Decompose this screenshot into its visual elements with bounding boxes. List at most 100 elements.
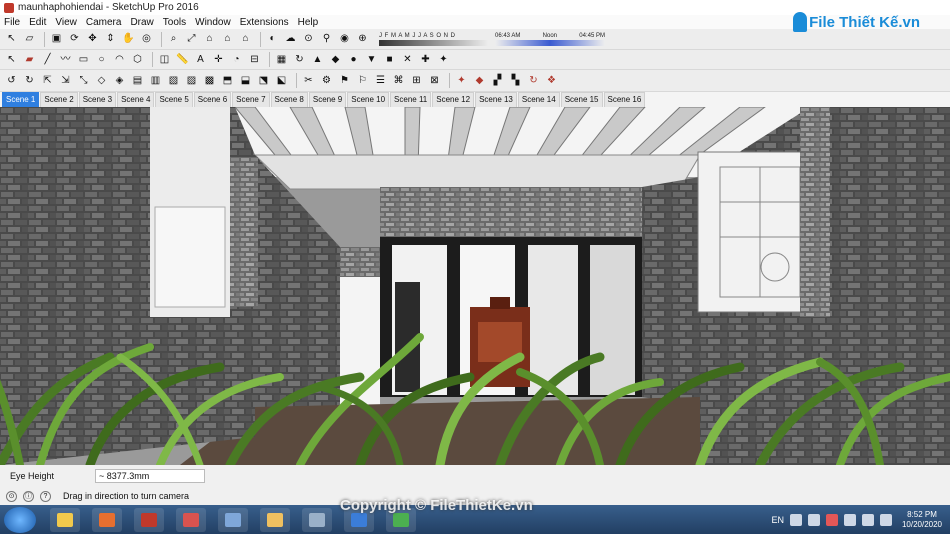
plugin-icon[interactable]: ↺ xyxy=(4,73,19,88)
signal-tray-icon[interactable] xyxy=(861,513,874,526)
offset-icon[interactable]: ◫ xyxy=(157,52,172,67)
plugin-icon[interactable]: ⊠ xyxy=(427,73,442,88)
section-icon[interactable]: ⊟ xyxy=(247,52,262,67)
sandbox-icon[interactable]: ▦ xyxy=(274,52,289,67)
plugin-icon[interactable]: ↻ xyxy=(526,73,541,88)
select-icon[interactable]: ↖ xyxy=(4,32,19,47)
tab-scene-3[interactable]: Scene 3 xyxy=(78,92,117,107)
house-front-icon[interactable]: ⌂ xyxy=(220,32,235,47)
select-icon[interactable]: ↖ xyxy=(4,52,19,67)
plugin-icon[interactable]: ▲ xyxy=(310,52,325,67)
plugin-icon[interactable]: ✦ xyxy=(454,73,469,88)
plugin-icon[interactable]: ◆ xyxy=(328,52,343,67)
look-around-icon[interactable]: ◉ xyxy=(337,32,352,47)
antivirus-tray-icon[interactable] xyxy=(825,513,838,526)
start-button[interactable] xyxy=(4,506,36,533)
plugin-icon[interactable]: ⌘ xyxy=(391,73,406,88)
rotate-icon[interactable]: ⟳ xyxy=(67,32,82,47)
circle-icon[interactable]: ○ xyxy=(94,52,109,67)
plugin-icon[interactable]: ❖ xyxy=(544,73,559,88)
tab-scene-9[interactable]: Scene 9 xyxy=(308,92,347,107)
geo-location-icon[interactable]: ⊙ xyxy=(6,490,17,502)
shadow-time-slider[interactable]: 06:43 AM Noon 04:45 PM xyxy=(495,33,605,46)
tab-scene-8[interactable]: Scene 8 xyxy=(270,92,308,107)
credits-icon[interactable]: ⓘ xyxy=(23,490,34,502)
shadow-date-slider[interactable]: J F M A M J J A S O N D xyxy=(379,33,489,46)
plugin-icon[interactable]: ⬓ xyxy=(238,73,253,88)
plugin-icon[interactable]: ▞ xyxy=(490,73,505,88)
tab-scene-16[interactable]: Scene 16 xyxy=(603,92,646,107)
menu-help[interactable]: Help xyxy=(298,17,319,28)
protractor-icon[interactable]: ◔ xyxy=(229,52,244,67)
house-icon[interactable]: ⌂ xyxy=(202,32,217,47)
house-left-icon[interactable]: ⌂ xyxy=(238,32,253,47)
plugin-icon[interactable]: ⬕ xyxy=(274,73,289,88)
tab-scene-14[interactable]: Scene 14 xyxy=(517,92,560,107)
menu-file[interactable]: File xyxy=(4,17,20,28)
zoom-extents-icon[interactable]: ⤢ xyxy=(184,32,199,47)
arc-icon[interactable]: ◠ xyxy=(112,52,127,67)
plugin-icon[interactable]: ▨ xyxy=(184,73,199,88)
tab-scene-7[interactable]: Scene 7 xyxy=(232,92,270,107)
shadow-time-bar[interactable] xyxy=(495,39,605,46)
plugin-icon[interactable]: ⇲ xyxy=(58,73,73,88)
tab-scene-1[interactable]: Scene 1 xyxy=(2,92,40,107)
shadow-date-bar[interactable] xyxy=(379,39,489,46)
plugin-icon[interactable]: ▥ xyxy=(148,73,163,88)
plugin-icon[interactable]: ■ xyxy=(382,52,397,67)
text-icon[interactable]: A xyxy=(193,52,208,67)
menu-tools[interactable]: Tools xyxy=(163,17,186,28)
rect-icon[interactable]: ▭ xyxy=(76,52,91,67)
plugin-icon[interactable]: ◇ xyxy=(94,73,109,88)
camera-icon[interactable]: ⊙ xyxy=(301,32,316,47)
tab-scene-12[interactable]: Scene 12 xyxy=(432,92,475,107)
orbit-icon[interactable]: ◎ xyxy=(139,32,154,47)
move-icon[interactable]: ✥ xyxy=(85,32,100,47)
plugin-icon[interactable]: ↻ xyxy=(22,73,37,88)
paint-icon[interactable]: ▰ xyxy=(22,52,37,67)
flag-tray-icon[interactable] xyxy=(843,513,856,526)
plugin-icon[interactable]: ⚐ xyxy=(355,73,370,88)
taskbar-app-autocad[interactable] xyxy=(134,507,164,532)
plugin-icon[interactable]: ▧ xyxy=(166,73,181,88)
help-icon[interactable]: ? xyxy=(40,490,51,502)
tab-scene-11[interactable]: Scene 11 xyxy=(390,92,432,107)
menu-extensions[interactable]: Extensions xyxy=(240,17,289,28)
plugin-icon[interactable]: ⚙ xyxy=(319,73,334,88)
tab-scene-4[interactable]: Scene 4 xyxy=(117,92,155,107)
follow-me-icon[interactable]: ↻ xyxy=(292,52,307,67)
tape-icon[interactable]: 📏 xyxy=(175,52,190,67)
plugin-icon[interactable]: ⇱ xyxy=(40,73,55,88)
tab-scene-2[interactable]: Scene 2 xyxy=(40,92,78,107)
help-tray-icon[interactable] xyxy=(789,513,802,526)
volume-tray-icon[interactable] xyxy=(879,513,892,526)
taskbar-app-explorer[interactable] xyxy=(50,507,80,532)
plugin-icon[interactable]: ⤡ xyxy=(76,73,91,88)
plugin-icon[interactable]: ⚑ xyxy=(337,73,352,88)
tab-scene-5[interactable]: Scene 5 xyxy=(155,92,193,107)
shadow-icon[interactable]: ◐ xyxy=(265,32,280,47)
taskbar-app-sketchup[interactable] xyxy=(176,507,206,532)
tab-scene-15[interactable]: Scene 15 xyxy=(560,92,603,107)
menu-view[interactable]: View xyxy=(55,17,77,28)
position-camera-icon[interactable]: ⊕ xyxy=(355,32,370,47)
plugin-icon[interactable]: ✕ xyxy=(400,52,415,67)
plugin-icon[interactable]: ▚ xyxy=(508,73,523,88)
menu-edit[interactable]: Edit xyxy=(29,17,46,28)
axes-icon[interactable]: ✛ xyxy=(211,52,226,67)
plugin-icon[interactable]: ⬒ xyxy=(220,73,235,88)
menu-camera[interactable]: Camera xyxy=(86,17,122,28)
plugin-icon[interactable]: ▼ xyxy=(364,52,379,67)
plugin-icon[interactable]: ⬔ xyxy=(256,73,271,88)
walk-icon[interactable]: ⚲ xyxy=(319,32,334,47)
taskbar-app-calculator[interactable] xyxy=(302,507,332,532)
clock[interactable]: 8:52 PM 10/20/2020 xyxy=(902,510,942,530)
taskbar-app-media[interactable] xyxy=(92,507,122,532)
polygon-icon[interactable]: ⬡ xyxy=(130,52,145,67)
model-viewport[interactable] xyxy=(0,107,950,465)
zoom-icon[interactable]: ⌕ xyxy=(166,32,181,47)
tab-scene-10[interactable]: Scene 10 xyxy=(347,92,390,107)
measurements-input[interactable]: ~ 8377.3mm xyxy=(95,469,205,483)
freehand-icon[interactable]: 〰 xyxy=(58,52,73,67)
menu-window[interactable]: Window xyxy=(195,17,231,28)
